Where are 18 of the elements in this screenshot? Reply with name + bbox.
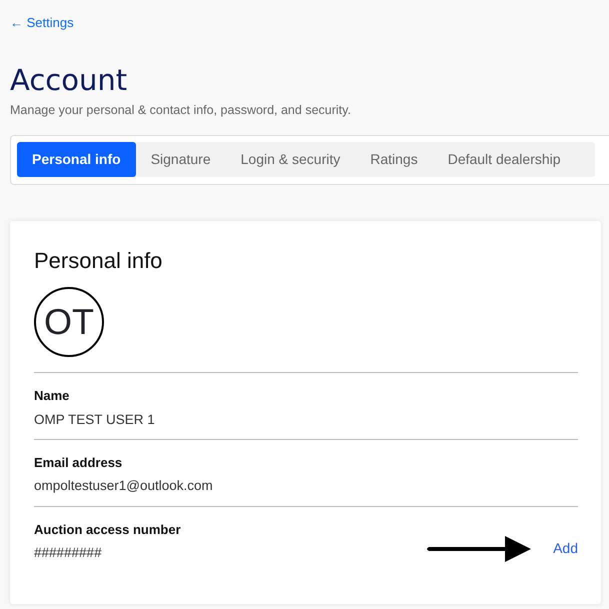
tab[interactable]: Login & security (226, 142, 356, 177)
tab[interactable]: Ratings (355, 142, 433, 177)
tab[interactable]: Default dealership (432, 142, 576, 177)
arrow-icon (425, 535, 534, 564)
page-subtitle: Manage your personal & contact info, password, and security. (10, 102, 352, 119)
field-label: Email address (34, 454, 124, 472)
field-value: ompoltestuser1@outlook.com (34, 477, 214, 496)
field-value: OMP TEST USER 1 (34, 410, 156, 429)
field-value: ######### (34, 544, 103, 562)
field-label: Name (34, 387, 70, 406)
tab[interactable]: Personal info (17, 142, 136, 177)
back-link[interactable]: ← Settings (10, 15, 74, 30)
tab[interactable]: Signature (136, 142, 226, 177)
page-title: Account (10, 65, 128, 97)
add-link[interactable]: Add (553, 538, 578, 560)
avatar-initials: OT (34, 287, 104, 358)
field-label: Auction access number (34, 520, 182, 539)
card-title: Personal info (34, 248, 164, 274)
